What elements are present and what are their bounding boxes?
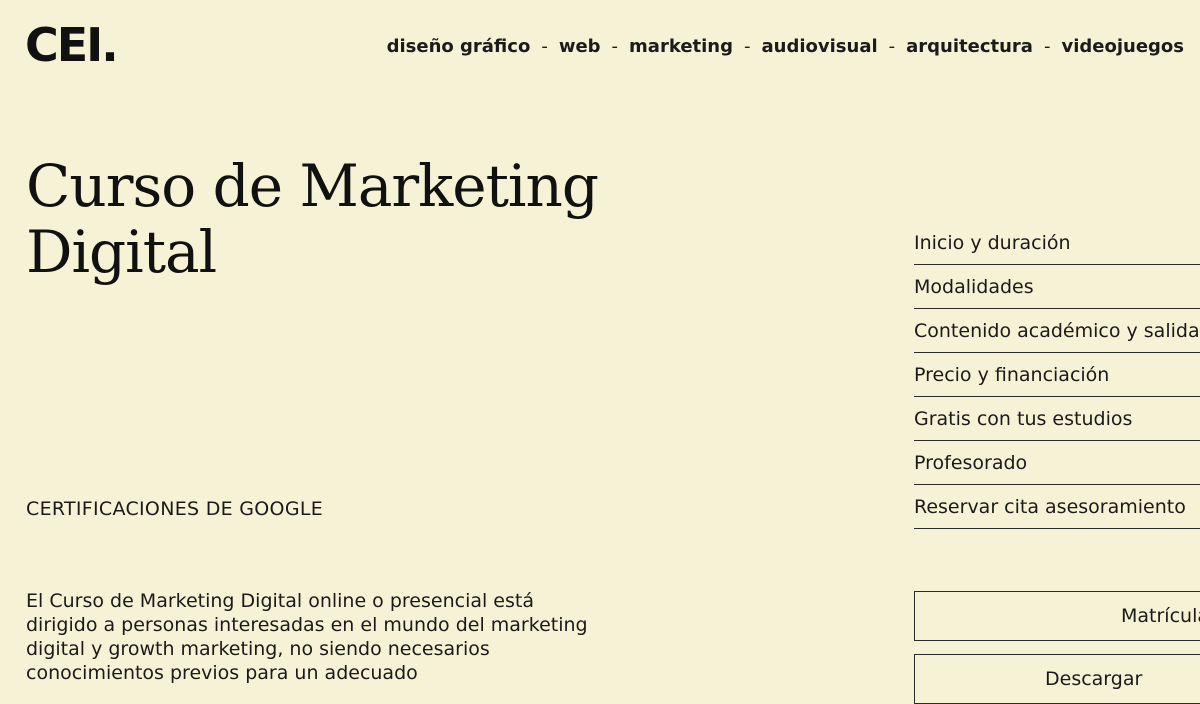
intro-paragraph: El Curso de Marketing Digital online o p…	[26, 590, 588, 684]
nav-separator: -	[541, 36, 548, 57]
nav-link-diseno-grafico[interactable]: diseño gráfico	[387, 36, 531, 57]
menu-item-modalidades[interactable]: Modalidades	[914, 266, 1200, 309]
nav-separator: -	[1043, 36, 1051, 57]
nav-separator: -	[611, 36, 619, 57]
menu-item-reservar-cita[interactable]: Reservar cita asesoramiento	[914, 486, 1200, 529]
course-section-menu: Inicio y duración Modalidades Contenido …	[914, 222, 1200, 530]
menu-item-gratis-estudios[interactable]: Gratis con tus estudios	[914, 398, 1200, 441]
page-title: Curso de Marketing Digital	[26, 152, 599, 286]
nav-link-arquitectura[interactable]: arquitectura	[906, 36, 1033, 57]
nav-separator: -	[744, 36, 751, 57]
menu-item-contenido-academico[interactable]: Contenido académico y salidas	[914, 310, 1200, 353]
nav-link-marketing[interactable]: marketing	[629, 36, 733, 57]
menu-item-precio-financiacion[interactable]: Precio y financiación	[914, 354, 1200, 397]
nav-separator: -	[888, 36, 896, 57]
download-button[interactable]: Descargar	[914, 654, 1200, 704]
nav-link-videojuegos[interactable]: videojuegos	[1061, 36, 1184, 57]
nav-link-audiovisual[interactable]: audiovisual	[762, 36, 878, 57]
nav-link-web[interactable]: web	[559, 36, 601, 57]
page-subtitle: CERTIFICACIONES DE GOOGLE	[26, 498, 324, 520]
menu-item-inicio-duracion[interactable]: Inicio y duración	[914, 222, 1200, 265]
brand-logo[interactable]: CEI.	[25, 22, 119, 68]
enroll-button[interactable]: Matrícula	[914, 591, 1200, 641]
top-navigation: diseño gráfico - web - marketing - audio…	[387, 36, 1184, 57]
menu-item-profesorado[interactable]: Profesorado	[914, 442, 1200, 485]
